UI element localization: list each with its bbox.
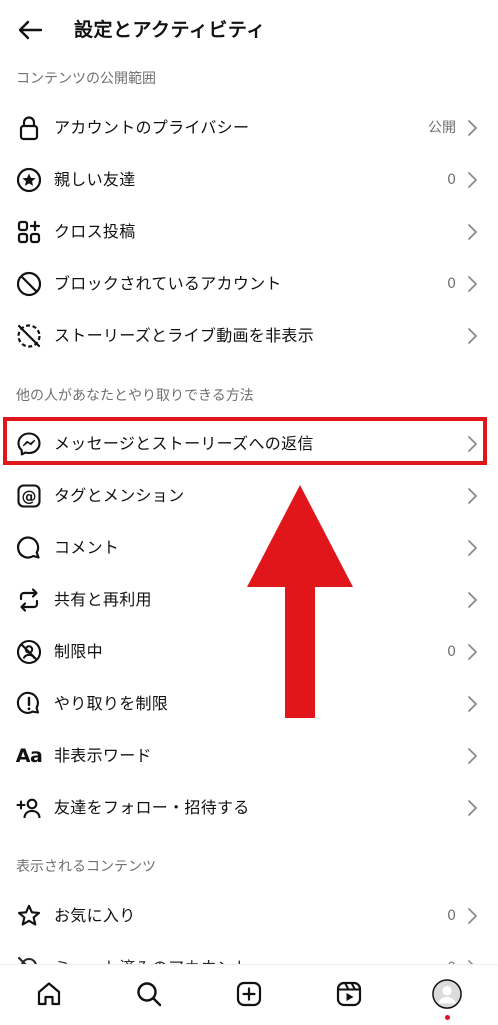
hide-story-icon [16,323,42,349]
create-tab[interactable] [234,979,264,1009]
star-circle-icon [16,167,42,193]
back-arrow-icon [18,20,43,40]
row-label: 共有と再利用 [54,590,152,609]
bottom-nav [0,964,498,1025]
chevron-right-icon [468,748,477,764]
section-header-content-visibility: コンテンツの公開範囲 [16,71,156,87]
chevron-right-icon [468,172,477,188]
chevron-right-icon [468,328,477,344]
chevron-right-icon [468,644,477,660]
profile-tab[interactable] [432,979,462,1020]
text-aa-glyph: Aa [15,745,43,767]
at-glyph: @ [22,487,37,505]
chevron-right-icon [468,592,477,608]
at-icon: @ [16,483,42,509]
alert-circle-icon [16,691,42,717]
chevron-right-icon [468,488,477,504]
row-label: やり取りを制限 [54,694,169,713]
search-icon [137,982,162,1007]
row-label: クロス投稿 [54,222,136,241]
row-close-friends[interactable]: 親しい友達 0 [0,154,498,206]
reels-tab[interactable] [334,979,364,1009]
reels-icon [336,981,362,1007]
add-post-icon [236,981,262,1007]
section-header-displayed-content: 表示されるコンテンツ [16,859,156,875]
chevron-right-icon [468,800,477,816]
repost-icon [16,587,42,613]
page-title: 設定とアクティビティ [74,19,266,41]
row-follow-invite[interactable]: 友達をフォロー・招待する [0,782,498,834]
search-tab[interactable] [134,979,164,1009]
home-tab[interactable] [34,979,64,1009]
chevron-right-icon [468,120,477,136]
section-header-interactions: 他の人があなたとやり取りできる方法 [16,388,254,404]
block-icon [16,271,42,297]
text-aa-icon: Aa [15,743,43,769]
row-value: 公開 [428,120,456,136]
chevron-right-icon [468,696,477,712]
row-label: ストーリーズとライブ動画を非表示 [54,326,315,345]
chevron-right-icon [468,540,477,556]
row-cross-posting[interactable]: クロス投稿 [0,206,498,258]
back-button[interactable] [14,14,46,46]
avatar [432,979,462,1009]
comment-icon [16,535,42,561]
row-hide-story-live[interactable]: ストーリーズとライブ動画を非表示 [0,310,498,362]
home-icon [37,982,61,1006]
add-person-icon [16,795,42,821]
row-value: 0 [447,908,456,924]
row-account-privacy[interactable]: アカウントのプライバシー 公開 [0,102,498,154]
highlight-box [3,417,487,465]
top-app-bar: 設定とアクティビティ [0,0,498,60]
row-label: コメント [54,538,120,557]
notification-dot [445,1015,450,1020]
row-value: 0 [447,644,456,660]
row-blocked-accounts[interactable]: ブロックされているアカウント 0 [0,258,498,310]
star-outline-icon [16,903,42,929]
chevron-right-icon [468,276,477,292]
chevron-right-icon [468,908,477,924]
row-value: 0 [447,276,456,292]
row-label: 非表示ワード [54,746,152,765]
row-label: 親しい友達 [54,170,136,189]
row-hidden-words[interactable]: Aa 非表示ワード [0,730,498,782]
row-label: ブロックされているアカウント [54,274,282,293]
annotation-arrow-icon [247,485,353,718]
chevron-right-icon [468,224,477,240]
restrict-icon [16,639,42,665]
grid-plus-icon [16,219,42,245]
row-value: 0 [447,172,456,188]
row-label: お気に入り [54,906,136,925]
lock-icon [16,115,42,141]
row-label: タグとメンション [54,486,185,505]
row-favorites[interactable]: お気に入り 0 [0,890,498,942]
row-label: 友達をフォロー・招待する [54,798,250,817]
row-label: 制限中 [54,642,103,661]
row-label: アカウントのプライバシー [54,118,250,137]
